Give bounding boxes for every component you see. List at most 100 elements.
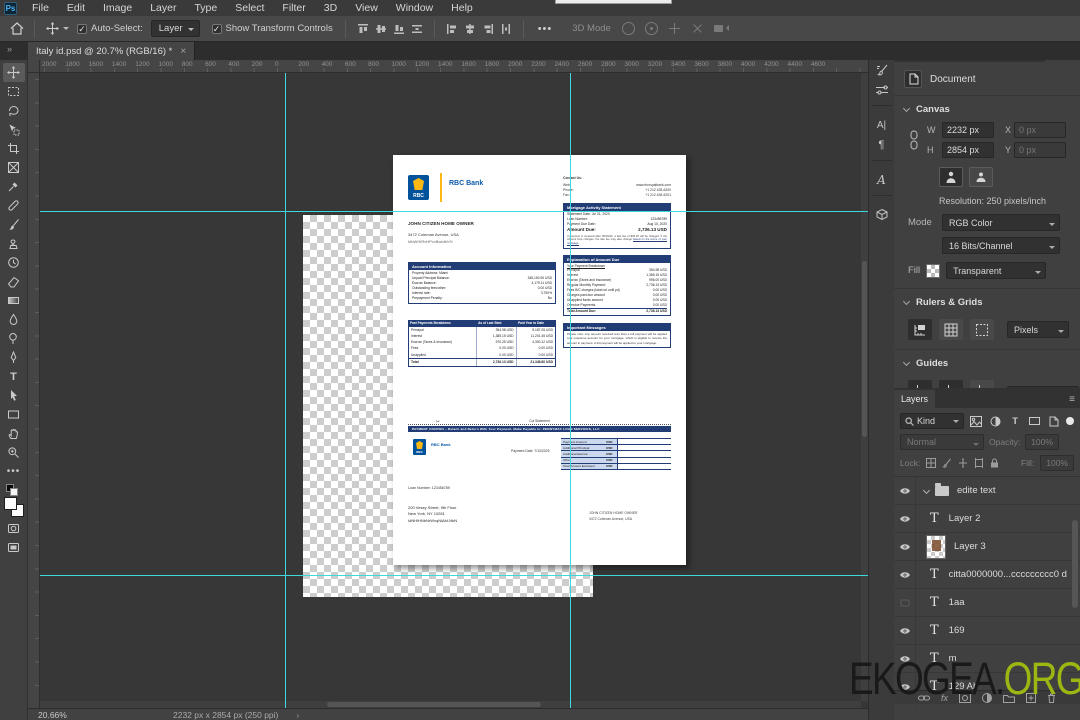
- home-icon[interactable]: [8, 20, 26, 38]
- layer-filtering-toggle[interactable]: [1066, 417, 1074, 425]
- horizontal-guide-1[interactable]: [40, 211, 868, 212]
- tab-layers[interactable]: Layers: [894, 390, 936, 408]
- align-horizontal-centers-icon[interactable]: [461, 20, 479, 38]
- toggle-grid-button[interactable]: [939, 319, 963, 340]
- object-selection-tool[interactable]: [3, 120, 25, 139]
- layer-row-text[interactable]: T Layer 2: [894, 505, 1080, 533]
- horizontal-guide-2[interactable]: [40, 575, 868, 576]
- default-colors-icon[interactable]: [5, 484, 18, 496]
- move-tool-icon[interactable]: [43, 20, 61, 38]
- blend-mode-dropdown[interactable]: Normal: [900, 434, 984, 450]
- 3d-roll-icon[interactable]: [644, 22, 658, 35]
- quick-mask-icon[interactable]: [3, 519, 25, 538]
- visibility-eye-icon[interactable]: [894, 533, 916, 560]
- ruler-units-dropdown[interactable]: Pixels: [1007, 321, 1069, 338]
- align-left-edges-icon[interactable]: [443, 20, 461, 38]
- lasso-tool[interactable]: [3, 101, 25, 120]
- healing-brush-tool[interactable]: [3, 196, 25, 215]
- 3d-slide-icon[interactable]: [688, 19, 706, 37]
- pen-tool[interactable]: [3, 348, 25, 367]
- opacity-field[interactable]: 100%: [1025, 434, 1059, 450]
- eyedropper-tool[interactable]: [3, 177, 25, 196]
- toggle-guides-button[interactable]: [908, 380, 932, 388]
- visibility-eye-icon[interactable]: [894, 617, 916, 644]
- filter-shape-layers-icon[interactable]: [1027, 414, 1041, 428]
- vertical-guide-2[interactable]: [570, 73, 571, 708]
- visibility-eye-icon[interactable]: [894, 477, 916, 504]
- visibility-eye-icon[interactable]: [894, 561, 916, 588]
- zoom-level[interactable]: 20.66%: [38, 710, 98, 720]
- portrait-orientation-button[interactable]: [939, 167, 963, 187]
- layer-row-image[interactable]: Layer 3: [894, 533, 1080, 561]
- layer-thumbnail[interactable]: [926, 534, 946, 559]
- brush-settings-panel-icon[interactable]: [872, 60, 892, 80]
- auto-select-dropdown[interactable]: Layer: [150, 20, 200, 37]
- frame-tool[interactable]: [3, 158, 25, 177]
- group-expand-icon[interactable]: [922, 486, 931, 495]
- clone-stamp-tool[interactable]: [3, 234, 25, 253]
- more-options-icon[interactable]: •••: [538, 23, 553, 35]
- 3d-orbit-icon[interactable]: [621, 22, 635, 35]
- layer-row-text[interactable]: T 169: [894, 617, 1080, 645]
- canvas-section-header[interactable]: Canvas: [894, 96, 1080, 120]
- toggle-rulers-button[interactable]: [908, 319, 932, 340]
- character-panel-icon[interactable]: A|: [872, 115, 892, 135]
- fill-opacity-field[interactable]: 100%: [1040, 455, 1074, 471]
- edit-guides-button[interactable]: [970, 380, 994, 388]
- blur-tool[interactable]: [3, 310, 25, 329]
- color-mode-dropdown[interactable]: RGB Color: [942, 214, 1060, 231]
- move-tool[interactable]: [2, 63, 25, 82]
- layer-row-group[interactable]: edite text: [894, 477, 1080, 505]
- screen-mode-icon[interactable]: [3, 538, 25, 557]
- auto-select-checkbox[interactable]: ✓: [77, 23, 87, 34]
- menu-items[interactable]: File Edit Image Layer Type Select Filter 3D View…: [23, 0, 482, 16]
- 3d-pan-icon[interactable]: [668, 22, 681, 35]
- crop-tool[interactable]: [3, 139, 25, 158]
- align-vertical-centers-icon[interactable]: [372, 20, 390, 38]
- tab-close-icon[interactable]: ×: [180, 46, 186, 57]
- layer-name[interactable]: citta0000000...ccccccccc0 d: [949, 569, 1067, 580]
- gradient-tool[interactable]: [3, 291, 25, 310]
- height-field[interactable]: 2854 px: [942, 142, 994, 158]
- lock-position-icon[interactable]: [958, 458, 968, 468]
- 3d-panel-icon[interactable]: [872, 205, 892, 225]
- zoom-tool[interactable]: [3, 443, 25, 462]
- lock-image-pixels-icon[interactable]: [942, 458, 952, 468]
- photoshop-logo-icon[interactable]: Ps: [4, 1, 17, 15]
- lock-transparent-pixels-icon[interactable]: [926, 458, 937, 468]
- hand-tool[interactable]: [3, 424, 25, 443]
- paragraph-panel-icon[interactable]: ¶: [872, 135, 892, 155]
- guides-section-header[interactable]: Guides: [894, 350, 1080, 374]
- layer-name[interactable]: Layer 2: [949, 513, 981, 524]
- link-dimensions-icon[interactable]: [908, 129, 924, 151]
- toggle-pixel-grid-button[interactable]: [970, 319, 994, 340]
- vertical-guide-1[interactable]: [285, 73, 286, 708]
- vertical-ruler[interactable]: [28, 73, 40, 708]
- distribute-vertical-icon[interactable]: [497, 20, 515, 38]
- layers-menu-icon[interactable]: ≡: [1069, 394, 1080, 408]
- move-tool-dropdown-icon[interactable]: [63, 27, 69, 33]
- canvas-vertical-scrollbar[interactable]: [861, 73, 868, 701]
- rectangle-tool[interactable]: [3, 405, 25, 424]
- lock-all-icon[interactable]: [990, 458, 999, 468]
- layer-filter-kind-dropdown[interactable]: Kind: [900, 413, 964, 429]
- document-page[interactable]: RBC RBC Bank Contact Us: Web: www.rbcroya…: [393, 155, 686, 565]
- layer-name[interactable]: Layer 3: [954, 541, 986, 552]
- marquee-tool[interactable]: [3, 82, 25, 101]
- distribute-horizontal-icon[interactable]: [408, 20, 426, 38]
- filter-pixel-layers-icon[interactable]: [969, 414, 983, 428]
- layer-row-text-hidden[interactable]: T 1aa: [894, 589, 1080, 617]
- align-bottom-edges-icon[interactable]: [390, 20, 408, 38]
- fill-swatch[interactable]: [926, 263, 941, 278]
- eraser-tool[interactable]: [3, 272, 25, 291]
- layer-name[interactable]: edite text: [957, 485, 996, 496]
- rulers-grids-section-header[interactable]: Rulers & Grids: [894, 289, 1080, 313]
- layer-row-text[interactable]: T citta0000000...ccccccccc0 d: [894, 561, 1080, 589]
- brush-tool[interactable]: [3, 215, 25, 234]
- canvas-area[interactable]: 2000 1800 1600 1400 1200 1000 800 600 400 200 0 200…: [28, 60, 868, 708]
- document-tab[interactable]: Italy id.psd @ 20.7% (RGB/16) * ×: [28, 42, 196, 60]
- fill-dropdown[interactable]: Transparent: [946, 262, 1047, 279]
- lock-artboard-icon[interactable]: [974, 458, 984, 468]
- path-selection-tool[interactable]: [3, 386, 25, 405]
- filter-smart-objects-icon[interactable]: [1047, 414, 1061, 428]
